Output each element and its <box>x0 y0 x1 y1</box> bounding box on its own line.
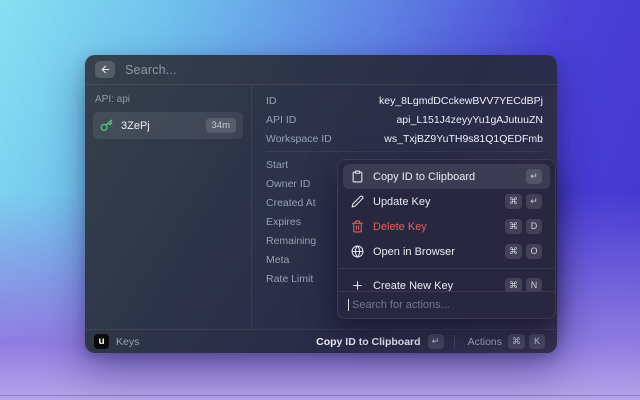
cmd-key-badge: ⌘ <box>508 334 525 349</box>
search-header: Search... <box>85 55 557 85</box>
footer-bar: u Keys Copy ID to Clipboard ↵ Actions ⌘ … <box>85 329 557 353</box>
pencil-icon <box>351 195 364 208</box>
actions-menu-list: Copy ID to Clipboard ↵ Update Key ⌘ ↵ <box>338 160 555 291</box>
menu-item-label: Create New Key <box>373 280 453 292</box>
actions-label: Actions <box>468 336 502 348</box>
actions-button[interactable]: Actions ⌘ K <box>465 332 548 351</box>
command-palette: Search... API: api 3ZePj 34m ID <box>85 55 557 353</box>
footer-context-label: Keys <box>116 336 139 348</box>
k-key-badge: K <box>529 334 545 349</box>
n-key-badge: N <box>526 278 542 291</box>
menu-item-open-in-browser[interactable]: Open in Browser ⌘ O <box>343 239 550 264</box>
cmd-key-badge: ⌘ <box>505 244 522 259</box>
key-expiry-badge: 34m <box>206 118 236 133</box>
detail-label: API ID <box>266 114 296 126</box>
detail-label: Rate Limit <box>266 273 313 285</box>
menu-item-create-new-key[interactable]: Create New Key ⌘ N <box>343 273 550 291</box>
footer-divider <box>454 335 455 348</box>
menu-separator <box>338 268 555 269</box>
text-cursor <box>348 299 349 311</box>
unkey-logo: u <box>94 334 109 349</box>
enter-key-badge: ↵ <box>526 194 542 209</box>
detail-group-divider <box>266 151 543 152</box>
globe-icon <box>351 245 364 258</box>
menu-item-label: Copy ID to Clipboard <box>373 171 475 183</box>
menu-item-label: Update Key <box>373 196 430 208</box>
cmd-key-badge: ⌘ <box>505 278 522 291</box>
key-item-label: 3ZePj <box>121 120 198 132</box>
actions-context-menu: Copy ID to Clipboard ↵ Update Key ⌘ ↵ <box>337 159 556 319</box>
cmd-key-badge: ⌘ <box>505 194 522 209</box>
enter-key-badge: ↵ <box>428 334 444 349</box>
actions-search-input[interactable]: Search for actions... <box>338 291 555 318</box>
d-key-badge: D <box>526 219 542 234</box>
desktop-background: Search... API: api 3ZePj 34m ID <box>0 0 640 400</box>
search-input[interactable]: Search... <box>125 63 177 77</box>
key-list-sidebar: API: api 3ZePj 34m <box>85 85 252 329</box>
detail-value: api_L151J4zeyyYu1gAJutuuZN <box>396 114 543 126</box>
clipboard-icon <box>351 170 364 183</box>
trash-icon <box>351 220 364 233</box>
actions-search-placeholder: Search for actions... <box>352 299 450 311</box>
detail-label: Start <box>266 159 288 171</box>
o-key-badge: O <box>526 244 542 259</box>
detail-label: Meta <box>266 254 289 266</box>
detail-row-id: ID key_8LgmdDCckewBVV7YECdBPj <box>266 91 543 110</box>
detail-value: ws_TxjBZ9YuTH9s81Q1QEDFmb <box>384 133 543 145</box>
menu-item-copy-id[interactable]: Copy ID to Clipboard ↵ <box>343 164 550 189</box>
enter-key-badge: ↵ <box>526 169 542 184</box>
menu-item-update-key[interactable]: Update Key ⌘ ↵ <box>343 189 550 214</box>
detail-row-api-id: API ID api_L151J4zeyyYu1gAJutuuZN <box>266 110 543 129</box>
arrow-left-icon <box>100 64 111 75</box>
detail-value: key_8LgmdDCckewBVV7YECdBPj <box>379 95 543 107</box>
plus-icon <box>351 279 364 291</box>
key-icon <box>100 119 113 132</box>
detail-label: Created At <box>266 197 316 209</box>
cmd-key-badge: ⌘ <box>505 219 522 234</box>
detail-label: ID <box>266 95 277 107</box>
detail-label: Expires <box>266 216 301 228</box>
menu-item-label: Delete Key <box>373 221 427 233</box>
footer-primary-action[interactable]: Copy ID to Clipboard <box>316 336 420 348</box>
detail-label: Workspace ID <box>266 133 332 145</box>
menu-item-label: Open in Browser <box>373 246 455 258</box>
background-bottom-line <box>0 395 640 396</box>
detail-row-workspace-id: Workspace ID ws_TxjBZ9YuTH9s81Q1QEDFmb <box>266 129 543 148</box>
detail-label: Owner ID <box>266 178 310 190</box>
menu-item-delete-key[interactable]: Delete Key ⌘ D <box>343 214 550 239</box>
sidebar-group-label: API: api <box>95 94 241 105</box>
key-list-item[interactable]: 3ZePj 34m <box>93 112 243 139</box>
back-button[interactable] <box>95 61 115 78</box>
detail-label: Remaining <box>266 235 316 247</box>
